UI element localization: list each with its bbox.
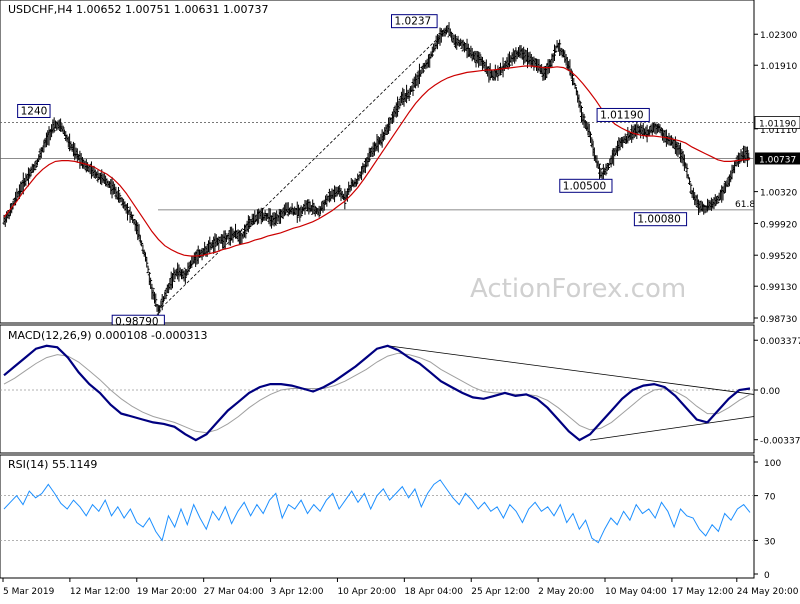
time-tick-label: 24 May 20:00	[737, 587, 799, 597]
rsi-axis: 100 70 30 0	[754, 459, 781, 581]
price-label: 1.01190	[600, 109, 643, 121]
time-tick-label: 3 Apr 12:00	[271, 587, 324, 597]
price-label: 1.00080	[637, 214, 680, 226]
watermark: ActionForex.com	[470, 274, 686, 304]
macd-axis: 0.003377 0.00 -0.003373	[754, 337, 800, 447]
macd-tick-label: 0.003377	[760, 337, 800, 347]
time-tick-label: 5 Mar 2019	[3, 587, 55, 597]
time-tick-label: 12 Mar 12:00	[70, 587, 130, 597]
rsi-tick-label: 0	[764, 571, 770, 581]
price-axis: 1.023001.019101.011101.003200.999200.995…	[754, 31, 800, 325]
macd-tick-label: 0.00	[760, 387, 780, 397]
price-tick-label: 0.99130	[760, 283, 797, 293]
level-badge-label: 1.01190	[759, 119, 796, 129]
rsi-tick-label: 70	[764, 493, 776, 503]
rsi-panel: RSI(14) 55.1149 100 70 30 0	[0, 454, 781, 581]
macd-panel-frame	[0, 324, 755, 454]
rsi-title: RSI(14) 55.1149	[8, 458, 97, 471]
chart-window: USDCHF,H4 1.00652 1.00751 1.00631 1.0073…	[0, 0, 800, 600]
price-tick-label: 0.99920	[760, 220, 797, 230]
rsi-tick-label: 100	[764, 459, 781, 469]
time-tick-label: 17 May 12:00	[672, 587, 734, 597]
macd-title: MACD(12,26,9) 0.000108 -0.000313	[8, 329, 207, 342]
time-tick-label: 27 Mar 04:00	[204, 587, 264, 597]
price-tick-label: 1.01910	[760, 62, 797, 72]
time-tick-label: 2 May 20:00	[538, 587, 594, 597]
fib-label: 61.8	[735, 200, 755, 210]
price-tick-label: 0.98730	[760, 315, 797, 325]
macd-panel: MACD(12,26,9) 0.000108 -0.000313 0.00337…	[0, 324, 800, 454]
rsi-panel-frame	[0, 454, 755, 579]
price-tick-label: 1.00320	[760, 189, 797, 199]
price-title: USDCHF,H4 1.00652 1.00751 1.00631 1.0073…	[8, 3, 269, 16]
price-panel: USDCHF,H4 1.00652 1.00751 1.00631 1.0073…	[0, 0, 800, 329]
time-tick-label: 18 Apr 04:00	[404, 587, 463, 597]
price-label: 1.0237	[395, 16, 432, 28]
time-tick-label: 19 Mar 20:00	[137, 587, 197, 597]
macd-tick-label: -0.003373	[760, 437, 800, 447]
price-label: 1.00500	[563, 180, 606, 192]
rsi-tick-label: 30	[764, 537, 776, 547]
price-tick-label: 1.02300	[760, 31, 797, 41]
current-price-label: 1.00737	[759, 155, 796, 165]
time-axis: 5 Mar 2019 12 Mar 12:00 19 Mar 20:00 27 Mar…	[2, 578, 799, 597]
chart-svg: USDCHF,H4 1.00652 1.00751 1.00631 1.0073…	[0, 0, 800, 597]
time-tick-label: 10 May 04:00	[605, 587, 667, 597]
price-tick-label: 0.99520	[760, 252, 797, 262]
price-label: 1240	[21, 105, 48, 117]
time-tick-label: 25 Apr 12:00	[471, 587, 530, 597]
time-tick-label: 10 Apr 20:00	[337, 587, 396, 597]
